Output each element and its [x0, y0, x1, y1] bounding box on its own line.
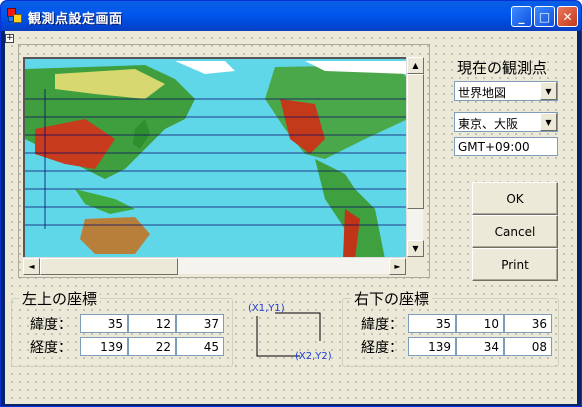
main-window: 観測点設定画面 _ □ ✕ + ▲ ▼ ◄ ► 現在の観測点 世界地図 ▼ 東京… — [0, 0, 582, 407]
scroll-right-icon[interactable]: ► — [389, 258, 406, 275]
vertical-scroll-thumb[interactable] — [407, 74, 424, 209]
bottom-right-group-title: 右下の座標 — [351, 288, 433, 309]
world-map-viewport[interactable] — [23, 57, 423, 272]
diagram-point2-label: (X2,Y2) — [295, 351, 332, 362]
top-left-lat-sec[interactable]: 37 — [176, 314, 224, 333]
close-button[interactable]: ✕ — [557, 6, 578, 27]
app-icon[interactable] — [7, 8, 23, 24]
timezone-field[interactable]: GMT+09:00 — [454, 137, 558, 156]
scroll-corner — [406, 257, 423, 274]
top-left-lon-min[interactable]: 22 — [128, 337, 176, 356]
window-title: 観測点設定画面 — [28, 12, 123, 27]
bottom-right-lon-min[interactable]: 34 — [456, 337, 504, 356]
bottom-right-lon-sec[interactable]: 08 — [504, 337, 552, 356]
city-select[interactable]: 東京、大阪 ▼ — [454, 112, 558, 132]
chevron-down-icon[interactable]: ▼ — [540, 82, 557, 100]
top-left-lat-min[interactable]: 12 — [128, 314, 176, 333]
map-select-value: 世界地図 — [458, 86, 507, 100]
top-left-lat-deg[interactable]: 35 — [80, 314, 128, 333]
bottom-right-lon-label: 経度： — [361, 340, 403, 356]
horizontal-scrollbar[interactable]: ◄ ► — [23, 257, 406, 275]
bottom-right-lat-min[interactable]: 10 — [456, 314, 504, 333]
current-point-label: 現在の観測点 — [457, 59, 548, 77]
ok-button[interactable]: OK — [472, 182, 558, 215]
bottom-right-lon-deg[interactable]: 139 — [408, 337, 456, 356]
top-left-lon-sec[interactable]: 45 — [176, 337, 224, 356]
top-left-group-title: 左上の座標 — [19, 288, 101, 309]
top-left-lon-deg[interactable]: 139 — [80, 337, 128, 356]
close-icon: ✕ — [562, 9, 573, 24]
scroll-up-icon[interactable]: ▲ — [407, 57, 424, 74]
vertical-scrollbar[interactable]: ▲ ▼ — [406, 57, 424, 257]
diagram-point1-label: (X1,Y1) — [248, 303, 285, 314]
top-left-lon-label: 経度： — [30, 340, 72, 356]
bottom-right-lat-label: 緯度： — [361, 317, 403, 333]
horizontal-scroll-thumb[interactable] — [40, 258, 178, 275]
world-map-image[interactable] — [25, 59, 408, 259]
chevron-down-icon[interactable]: ▼ — [540, 113, 557, 131]
minimize-button[interactable]: _ — [511, 6, 532, 27]
maximize-icon: □ — [538, 9, 551, 24]
maximize-button[interactable]: □ — [534, 6, 555, 27]
title-bar[interactable]: 観測点設定画面 _ □ ✕ — [1, 1, 581, 31]
print-button[interactable]: Print — [472, 248, 558, 281]
form-client-area: + ▲ ▼ ◄ ► 現在の観測点 世界地図 ▼ 東京、大阪 ▼ GMT+09:0… — [5, 31, 577, 404]
map-select[interactable]: 世界地図 ▼ — [454, 81, 558, 101]
bottom-right-lat-sec[interactable]: 36 — [504, 314, 552, 333]
top-left-lat-label: 緯度： — [30, 317, 72, 333]
move-handle-icon[interactable]: + — [5, 34, 14, 43]
city-select-value: 東京、大阪 — [458, 117, 519, 131]
scroll-left-icon[interactable]: ◄ — [23, 258, 40, 275]
cancel-button[interactable]: Cancel — [472, 215, 558, 248]
minimize-icon: _ — [518, 9, 525, 24]
scroll-down-icon[interactable]: ▼ — [407, 240, 424, 257]
bottom-right-lat-deg[interactable]: 35 — [408, 314, 456, 333]
